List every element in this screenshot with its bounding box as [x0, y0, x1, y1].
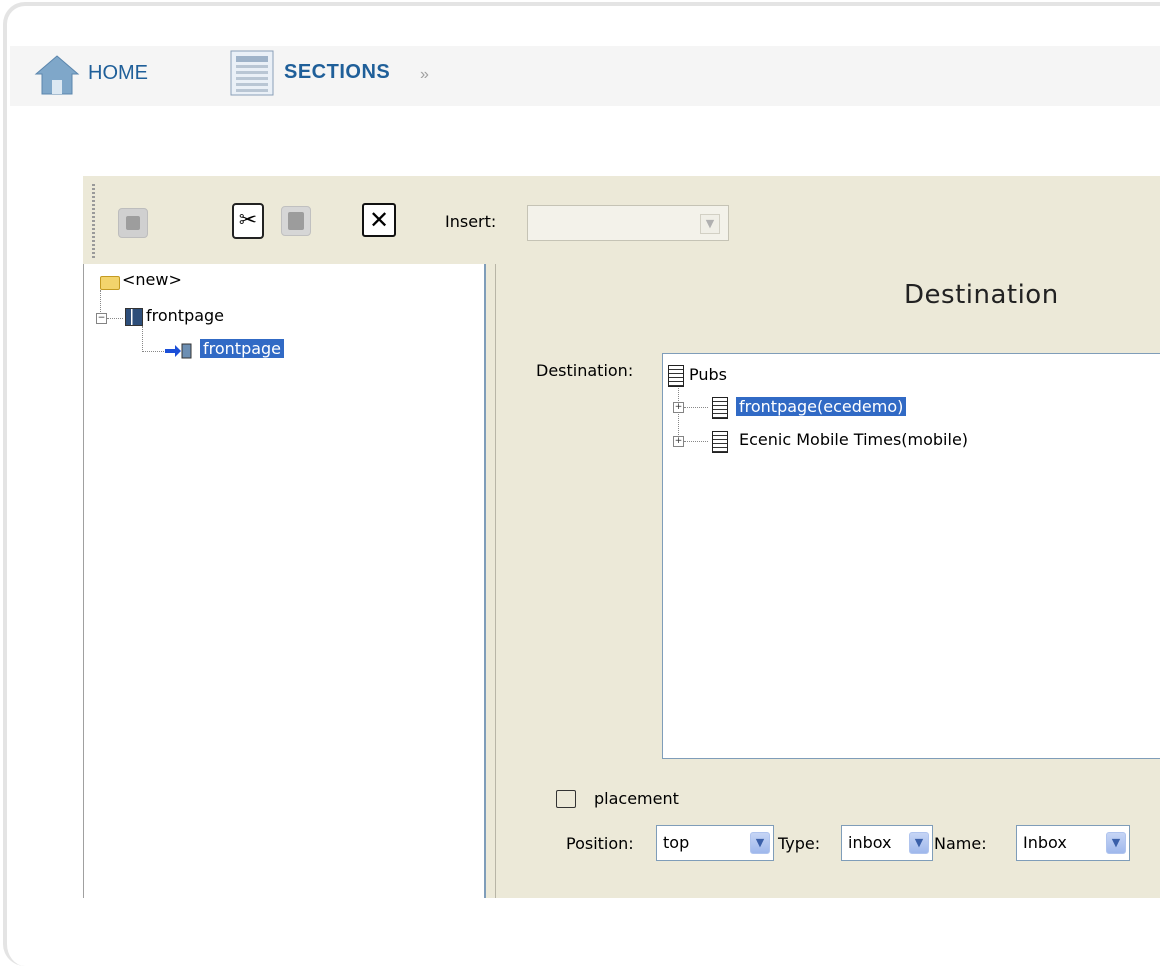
tree-connector: [684, 407, 708, 408]
home-icon[interactable]: [34, 54, 80, 96]
publication-icon: [712, 397, 728, 419]
insert-select[interactable]: ▼: [527, 205, 729, 241]
type-select[interactable]: inbox ▼: [841, 825, 933, 861]
name-select[interactable]: Inbox ▼: [1016, 825, 1130, 861]
insert-label: Insert:: [445, 212, 497, 231]
page-title: Destination: [904, 280, 1059, 310]
destination-item-mobile[interactable]: Ecenic Mobile Times(mobile): [739, 430, 968, 449]
tree-connector: [142, 326, 143, 352]
paste-icon[interactable]: [281, 206, 311, 236]
tree-connector: [678, 388, 679, 443]
type-label: Type:: [778, 834, 821, 853]
position-select[interactable]: top ▼: [656, 825, 774, 861]
delete-x-icon[interactable]: ✕: [362, 203, 396, 237]
position-label: Position:: [566, 834, 634, 853]
placement-icon: [556, 790, 576, 808]
expand-icon[interactable]: +: [673, 402, 684, 413]
section-tree[interactable]: [83, 264, 486, 898]
name-label: Name:: [934, 834, 987, 853]
tree-connector: [142, 351, 164, 352]
tree-connector: [107, 318, 123, 319]
tree-connector: [684, 441, 708, 442]
chevron-down-icon[interactable]: ▼: [700, 214, 720, 234]
name-value: Inbox: [1023, 833, 1067, 852]
chevron-down-icon[interactable]: ▼: [750, 832, 770, 854]
tree-item-new[interactable]: <new>: [122, 270, 182, 289]
save-icon[interactable]: [118, 208, 148, 238]
tree-connector: [100, 290, 101, 314]
placement-label: placement: [594, 789, 679, 808]
type-value: inbox: [848, 833, 892, 852]
expand-icon[interactable]: +: [673, 436, 684, 447]
scissors-icon[interactable]: ✂: [232, 203, 264, 239]
breadcrumb-chevron: »: [420, 66, 429, 83]
section-icon: [125, 308, 143, 326]
tree-item-frontpage-selected[interactable]: frontpage: [200, 339, 285, 358]
publication-icon: [668, 365, 684, 387]
folder-icon: [100, 276, 120, 290]
toolbar-grip[interactable]: [92, 184, 95, 258]
tree-item-frontpage[interactable]: frontpage: [146, 306, 224, 325]
home-link[interactable]: HOME: [88, 62, 148, 85]
destination-item-pubs[interactable]: Pubs: [689, 365, 727, 384]
chevron-down-icon[interactable]: ▼: [1106, 832, 1126, 854]
position-value: top: [663, 833, 690, 852]
sections-icon[interactable]: [230, 50, 274, 96]
destination-label: Destination:: [536, 361, 634, 380]
destination-item-frontpage[interactable]: frontpage(ecedemo): [736, 397, 907, 416]
chevron-down-icon[interactable]: ▼: [909, 832, 929, 854]
collapse-icon[interactable]: −: [96, 313, 107, 324]
sections-link[interactable]: SECTIONS: [284, 61, 390, 84]
publication-icon: [712, 431, 728, 453]
top-nav-bar: [10, 46, 1160, 106]
placement-arrow-icon: [165, 343, 192, 359]
